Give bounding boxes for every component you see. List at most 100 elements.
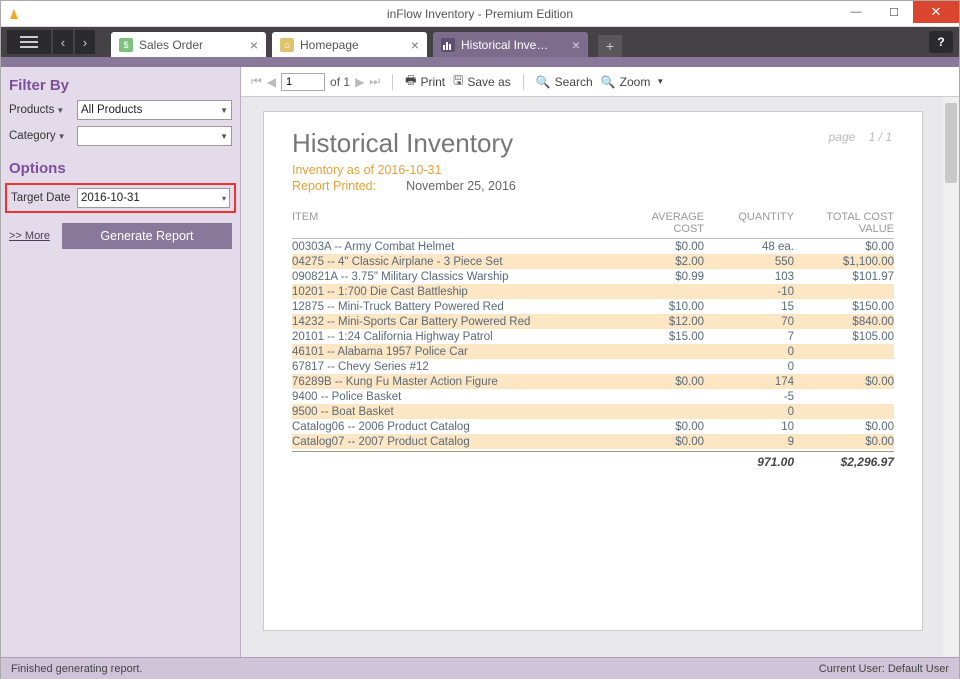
- cell-avg: $12.00: [614, 316, 704, 328]
- cell-tot: $840.00: [794, 316, 894, 328]
- table-row: Catalog06 -- 2006 Product Catalog$0.0010…: [292, 419, 894, 434]
- next-page-icon[interactable]: ▶: [355, 75, 364, 89]
- cell-avg: $15.00: [614, 331, 704, 343]
- chevron-down-icon: ▼: [220, 132, 228, 141]
- targetdate-highlight: Target Date 2016-10-31 ▾: [5, 183, 236, 213]
- cell-avg: $0.00: [614, 376, 704, 388]
- more-link[interactable]: >> More: [9, 230, 50, 242]
- minimize-button[interactable]: —: [837, 1, 875, 23]
- cell-qty: 0: [704, 361, 794, 373]
- cell-item: 04275 -- 4" Classic Airplane - 3 Piece S…: [292, 256, 614, 268]
- separator: [523, 74, 524, 90]
- page-of-label: of 1: [330, 75, 350, 89]
- cell-qty: 550: [704, 256, 794, 268]
- table-header: ITEM AVERAGECOST QUANTITY TOTAL COSTVALU…: [292, 211, 894, 239]
- tab-label: Homepage: [300, 38, 405, 52]
- titlebar: inFlow Inventory - Premium Edition — ☐ ✕: [1, 1, 959, 27]
- main-content: Filter By Products▼ All Products ▼ Categ…: [1, 67, 959, 657]
- menu-button[interactable]: [7, 30, 51, 54]
- new-tab-button[interactable]: +: [598, 35, 622, 57]
- close-button[interactable]: ✕: [913, 1, 959, 23]
- chevron-down-icon: ▼: [656, 77, 664, 86]
- table-row: 10201 -- 1:700 Die Cast Battleship-10: [292, 284, 894, 299]
- cell-item: 76289B -- Kung Fu Master Action Figure: [292, 376, 614, 388]
- col-tot: TOTAL COSTVALUE: [794, 211, 894, 235]
- cell-qty: -10: [704, 286, 794, 298]
- report-page: page 1 / 1 Historical Inventory Inventor…: [263, 111, 923, 631]
- nav-forward-button[interactable]: ›: [75, 30, 95, 54]
- printed-label: Report Printed:: [292, 179, 376, 193]
- cell-item: 14232 -- Mini-Sports Car Battery Powered…: [292, 316, 614, 328]
- cell-tot: [794, 391, 894, 403]
- cell-avg: [614, 406, 704, 418]
- cell-tot: $1,100.00: [794, 256, 894, 268]
- cell-qty: 9: [704, 436, 794, 448]
- cell-tot: $150.00: [794, 301, 894, 313]
- targetdate-input[interactable]: 2016-10-31 ▾: [77, 188, 230, 208]
- page-nav: ⏮ ◀ of 1 ▶ ⏭: [251, 73, 380, 91]
- table-row: 20101 -- 1:24 California Highway Patrol$…: [292, 329, 894, 344]
- cell-avg: $0.00: [614, 436, 704, 448]
- cell-avg: $10.00: [614, 301, 704, 313]
- targetdate-label: Target Date: [11, 192, 73, 204]
- tab-homepage[interactable]: ⌂ Homepage ×: [272, 32, 427, 57]
- table-row: Catalog07 -- 2007 Product Catalog$0.009$…: [292, 434, 894, 449]
- cell-tot: [794, 346, 894, 358]
- nav-back-button[interactable]: ‹: [53, 30, 73, 54]
- table-body: 00303A -- Army Combat Helmet$0.0048 ea.$…: [292, 239, 894, 449]
- sidebar-actions: >> More Generate Report: [9, 223, 232, 249]
- chevron-down-icon[interactable]: ▼: [58, 132, 66, 141]
- cell-qty: 0: [704, 406, 794, 418]
- saveas-button[interactable]: 🖫Save as: [453, 71, 511, 92]
- first-page-icon[interactable]: ⏮: [251, 74, 262, 89]
- last-page-icon[interactable]: ⏭: [369, 74, 380, 89]
- category-row: Category▼ ▼: [9, 126, 232, 146]
- tab-sales-order[interactable]: $ Sales Order ×: [111, 32, 266, 57]
- col-item: ITEM: [292, 211, 614, 235]
- tab-label: Sales Order: [139, 38, 244, 52]
- tab-label: Historical Inve…: [461, 38, 566, 52]
- help-button[interactable]: ?: [929, 31, 953, 53]
- total-cost: $2,296.97: [794, 455, 894, 469]
- close-icon[interactable]: ×: [411, 37, 419, 53]
- table-row: 090821A -- 3.75" Military Classics Warsh…: [292, 269, 894, 284]
- status-bar: Finished generating report. Current User…: [1, 657, 959, 679]
- generate-report-button[interactable]: Generate Report: [62, 223, 232, 249]
- targetdate-row: Target Date 2016-10-31 ▾: [11, 188, 230, 208]
- table-row: 46101 -- Alabama 1957 Police Car0: [292, 344, 894, 359]
- tabstrip: ‹ › $ Sales Order × ⌂ Homepage × Histori…: [1, 27, 959, 57]
- print-icon: 🖶: [405, 71, 416, 92]
- products-row: Products▼ All Products ▼: [9, 100, 232, 120]
- close-icon[interactable]: ×: [250, 37, 258, 53]
- cell-qty: 103: [704, 271, 794, 283]
- cell-tot: $0.00: [794, 421, 894, 433]
- cell-item: 00303A -- Army Combat Helmet: [292, 241, 614, 253]
- category-combo[interactable]: ▼: [77, 126, 232, 146]
- close-icon[interactable]: ×: [572, 37, 580, 53]
- search-button[interactable]: 🔍Search: [536, 75, 593, 89]
- cell-item: 67817 -- Chevy Series #12: [292, 361, 614, 373]
- cell-qty: 0: [704, 346, 794, 358]
- chevron-down-icon[interactable]: ▼: [56, 106, 64, 115]
- table-row: 9500 -- Boat Basket0: [292, 404, 894, 419]
- scrollbar[interactable]: [943, 97, 959, 657]
- tab-historical-inventory[interactable]: Historical Inve… ×: [433, 32, 588, 57]
- table-row: 00303A -- Army Combat Helmet$0.0048 ea.$…: [292, 239, 894, 254]
- table-row: 14232 -- Mini-Sports Car Battery Powered…: [292, 314, 894, 329]
- totals-row: 971.00 $2,296.97: [292, 451, 894, 469]
- tabs: $ Sales Order × ⌂ Homepage × Historical …: [111, 27, 622, 57]
- zoom-button[interactable]: 🔍Zoom ▼: [601, 75, 665, 89]
- cell-avg: [614, 391, 704, 403]
- scrollbar-thumb[interactable]: [945, 103, 957, 183]
- cell-tot: [794, 361, 894, 373]
- chevron-down-icon: ▾: [222, 194, 226, 203]
- prev-page-icon[interactable]: ◀: [267, 75, 276, 89]
- window-title: inFlow Inventory - Premium Edition: [1, 7, 959, 21]
- print-button[interactable]: 🖶Print: [405, 71, 445, 92]
- products-combo[interactable]: All Products ▼: [77, 100, 232, 120]
- products-label: Products▼: [9, 104, 73, 116]
- maximize-button[interactable]: ☐: [875, 1, 913, 23]
- report-viewport[interactable]: page 1 / 1 Historical Inventory Inventor…: [241, 97, 959, 657]
- page-number-input[interactable]: [281, 73, 325, 91]
- col-qty: QUANTITY: [704, 211, 794, 235]
